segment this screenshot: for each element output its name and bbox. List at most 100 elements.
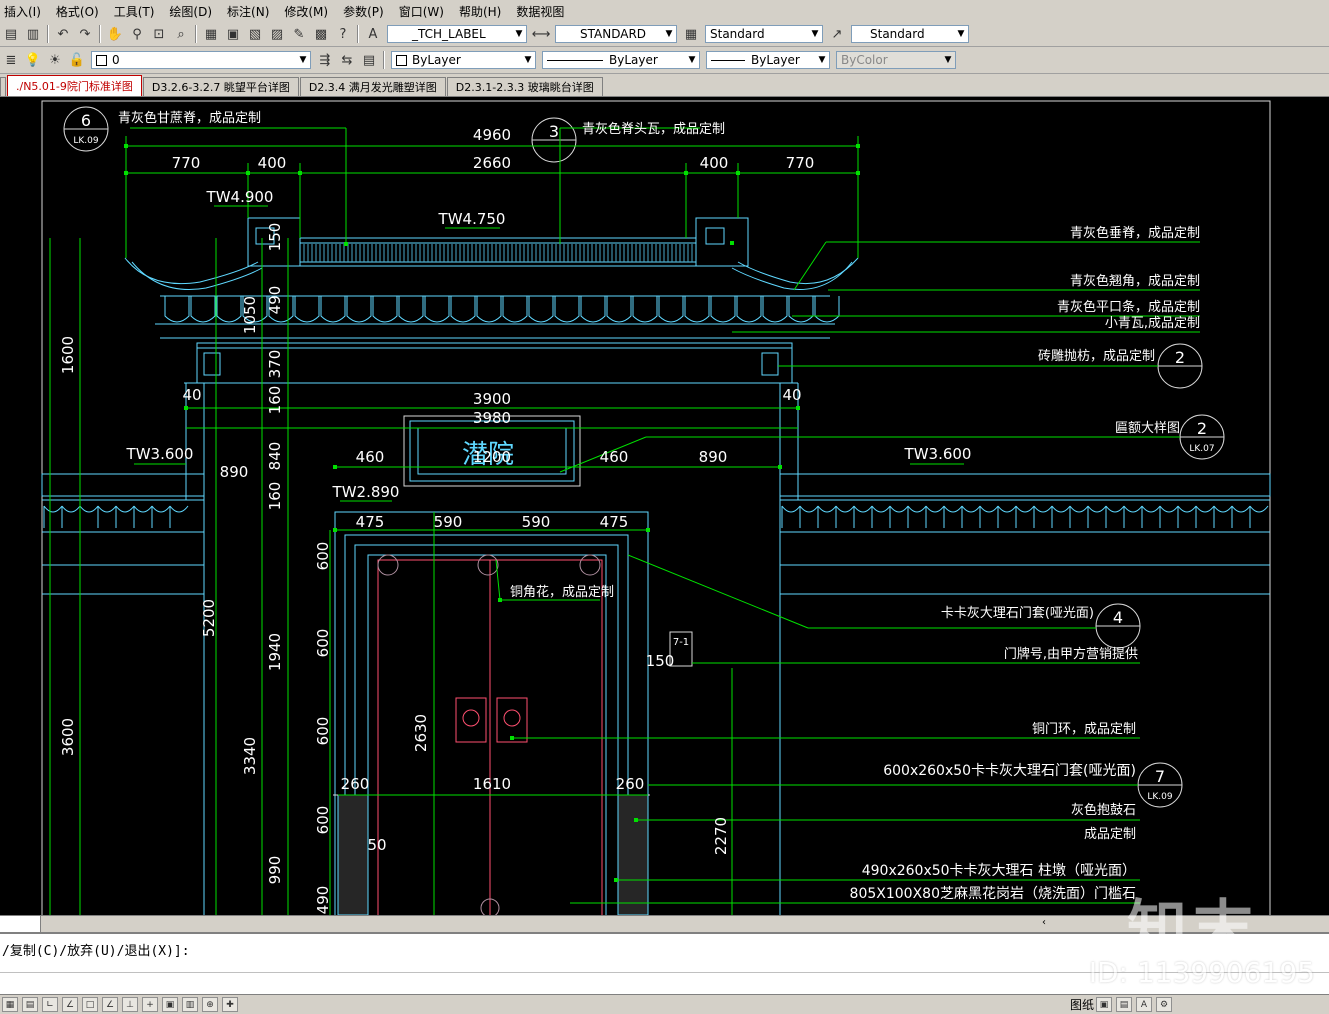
scroll-left-icon[interactable]: ‹ [1036, 917, 1052, 931]
svg-text:铜门环，成品定制: 铜门环，成品定制 [1032, 722, 1136, 737]
cad-elevation: 潜院 6 LK.09 3 2 2 LK.07 4 7 LK.09 7-1 496… [41, 100, 1271, 915]
svg-text:260: 260 [616, 775, 645, 793]
markup-icon[interactable]: ✎ [290, 25, 308, 43]
layer-state-icon[interactable]: ▤ [360, 51, 378, 69]
color-select[interactable]: ByLayer ▼ [391, 51, 536, 69]
menu-window[interactable]: 窗口(W) [395, 3, 455, 20]
tab-d3-2-6[interactable]: D3.2.6-3.2.7 眺望平台详图 [142, 77, 299, 96]
wall-tile [115, 505, 135, 528]
workspace-icon[interactable]: ⚙ [1156, 997, 1173, 1012]
svg-text:600: 600 [314, 806, 332, 835]
svg-text:150: 150 [646, 652, 675, 670]
polar-icon[interactable]: ∠ [62, 997, 78, 1012]
menu-dimension[interactable]: 标注(N) [223, 3, 280, 20]
tab-n5-01-9[interactable]: ./N5.01-9院门标准详图 [7, 75, 142, 96]
mleader-style-icon: ↗ [831, 26, 843, 42]
redo-icon[interactable]: ↷ [76, 25, 94, 43]
pan-icon[interactable]: ✋ [106, 25, 124, 43]
layer-lock-icon[interactable]: 🔓 [68, 51, 86, 69]
print-icon[interactable]: ▤ [2, 25, 20, 43]
mleader-style-select[interactable]: Standard ▼ [851, 25, 969, 43]
dyn-icon[interactable]: + [142, 997, 158, 1012]
tab-d2-3-4[interactable]: D2.3.4 满月发光雕塑详图 [299, 77, 446, 96]
lwt-icon[interactable]: ▣ [162, 997, 178, 1012]
am-icon[interactable]: ✚ [222, 997, 238, 1012]
svg-text:260: 260 [341, 775, 370, 793]
svg-text:370: 370 [266, 350, 284, 379]
roof-tile [450, 296, 476, 323]
quick-view-drawings-icon[interactable]: ▤ [1116, 997, 1133, 1012]
annotation-scale-icon[interactable]: A [1136, 997, 1153, 1012]
wall-tiles [43, 505, 1269, 528]
menu-data-view[interactable]: 数据视图 [512, 3, 575, 20]
svg-text:805X100X80芝麻黑花岗岩（烧洗面）门槛石: 805X100X80芝麻黑花岗岩（烧洗面）门槛石 [850, 886, 1136, 902]
wall-tile [1069, 505, 1089, 528]
zoom-realtime-icon[interactable]: ⚲ [128, 25, 146, 43]
make-current-icon[interactable]: ⇶ [316, 51, 334, 69]
roof-tile [528, 296, 554, 323]
svg-text:1600: 1600 [59, 336, 77, 374]
watermark-logo: 知末 [1127, 894, 1259, 964]
help-icon[interactable]: ? [334, 25, 352, 43]
tab-d2-3-1[interactable]: D2.3.1-2.3.3 玻璃眺台详图 [446, 77, 603, 96]
menu-help[interactable]: 帮助(H) [455, 3, 512, 20]
svg-text:1940: 1940 [266, 633, 284, 671]
qp-icon[interactable]: ▥ [182, 997, 198, 1012]
linetype-select[interactable]: ByLayer ▼ [542, 51, 700, 69]
wall-tile [1087, 505, 1107, 528]
ducs-icon[interactable]: ⊥ [122, 997, 138, 1012]
roof-tile [190, 296, 216, 323]
svg-text:铜角花，成品定制: 铜角花，成品定制 [510, 584, 614, 600]
layer-on-icon[interactable]: 💡 [24, 51, 42, 69]
chevron-down-icon: ▼ [515, 29, 523, 39]
sheet-set-icon[interactable]: ▨ [268, 25, 286, 43]
layers-toolbar: ≣ 💡 ☀ 🔓 0 ▼ ⇶ ⇆ ▤ ByLayer ▼ ByLayer ▼ ByLay… [0, 47, 1329, 74]
drawing-canvas[interactable]: 潜院 6 LK.09 3 2 2 LK.07 4 7 LK.09 7-1 496… [0, 97, 1329, 915]
wall-tile [1051, 505, 1071, 528]
lineweight-select[interactable]: ByLayer ▼ [706, 51, 830, 69]
tool-palettes-icon[interactable]: ▧ [246, 25, 264, 43]
sc-icon[interactable]: ⊕ [202, 997, 218, 1012]
properties-icon[interactable]: ▦ [202, 25, 220, 43]
menu-parameters[interactable]: 参数(P) [339, 3, 395, 20]
quick-view-layouts-icon[interactable]: ▣ [1096, 997, 1113, 1012]
menu-modify[interactable]: 修改(M) [280, 3, 339, 20]
roof-tile [424, 296, 450, 323]
table-style-icon: ▦ [684, 26, 698, 42]
plotstyle-select: ByColor ▼ [836, 51, 956, 69]
menu-tools[interactable]: 工具(T) [110, 3, 166, 20]
ortho-icon[interactable]: ∟ [42, 997, 58, 1012]
wall-tile [169, 505, 189, 528]
zoom-window-icon[interactable]: ⊡ [150, 25, 168, 43]
wall-tile [43, 505, 63, 528]
layer-select[interactable]: 0 ▼ [91, 51, 311, 69]
snap-icon[interactable]: ▦ [2, 997, 18, 1012]
svg-text:3: 3 [549, 122, 559, 141]
otrack-icon[interactable]: ∠ [102, 997, 118, 1012]
roof-tile [502, 296, 528, 323]
menu-insert[interactable]: 插入(I) [0, 3, 52, 20]
calculator-icon[interactable]: ▩ [312, 25, 330, 43]
osnap-icon[interactable]: □ [82, 997, 98, 1012]
svg-text:890: 890 [699, 448, 728, 466]
layer-manager-icon[interactable]: ≣ [2, 51, 20, 69]
layer-previous-icon[interactable]: ⇆ [338, 51, 356, 69]
text-style-select[interactable]: _TCH_LABEL ▼ [387, 25, 527, 43]
wall-tile [853, 505, 873, 528]
tab-prev[interactable] [0, 77, 6, 96]
grid-icon[interactable]: ▤ [22, 997, 38, 1012]
menu-format[interactable]: 格式(O) [52, 3, 110, 20]
menu-draw[interactable]: 绘图(D) [165, 3, 223, 20]
svg-text:770: 770 [172, 154, 201, 172]
undo-icon[interactable]: ↶ [54, 25, 72, 43]
publish-icon[interactable]: ▥ [24, 25, 42, 43]
layer-freeze-icon[interactable]: ☀ [46, 51, 64, 69]
model-tab[interactable] [0, 916, 41, 932]
svg-text:匾额大样图: 匾额大样图 [1115, 421, 1180, 436]
table-style-select[interactable]: Standard ▼ [705, 25, 823, 43]
paper-space-label[interactable]: 图纸 [1070, 996, 1094, 1013]
zoom-previous-icon[interactable]: ⌕ [172, 25, 190, 43]
dim-style-select[interactable]: STANDARD ▼ [555, 25, 677, 43]
svg-text:4: 4 [1113, 608, 1123, 627]
design-center-icon[interactable]: ▣ [224, 25, 242, 43]
